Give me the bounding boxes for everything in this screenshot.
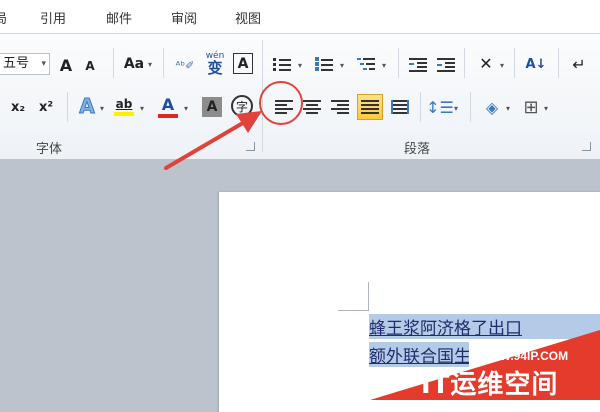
watermark-url: WWW.94IP.COM: [477, 349, 569, 363]
crop-mark: [368, 282, 369, 311]
crop-mark: [338, 310, 369, 311]
watermark-logo: IT运维空间: [421, 370, 559, 400]
